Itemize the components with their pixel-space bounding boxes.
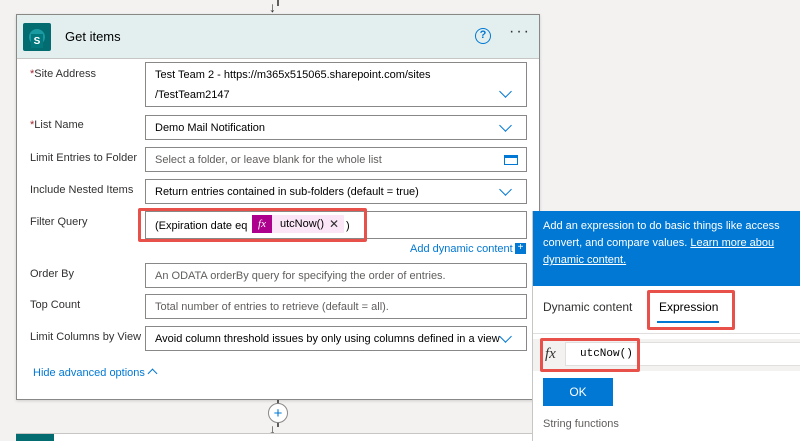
limit-folder-placeholder: Select a folder, or leave blank for the … xyxy=(155,154,382,166)
help-icon[interactable]: ? xyxy=(475,28,491,44)
nested-items-field[interactable]: Return entries contained in sub-folders … xyxy=(145,179,527,204)
popup-banner: Add an expression to do basic things lik… xyxy=(533,211,800,286)
list-name-label: *List Name xyxy=(30,119,84,131)
top-count-field[interactable]: Total number of entries to retrieve (def… xyxy=(145,294,527,319)
limit-columns-field[interactable]: Avoid column threshold issues by only us… xyxy=(145,326,527,351)
order-by-field[interactable]: An ODATA orderBy query for specifying th… xyxy=(145,263,527,288)
add-dynamic-content-link[interactable]: Add dynamic content xyxy=(410,243,513,255)
highlight-expression-input xyxy=(540,338,640,372)
tab-dynamic-content[interactable]: Dynamic content xyxy=(543,300,632,314)
chevron-down-icon[interactable] xyxy=(499,85,512,98)
banner-line1: Add an expression to do basic things lik… xyxy=(543,220,780,232)
limit-columns-label: Limit Columns by View xyxy=(30,331,142,343)
sharepoint-logo-letter: S xyxy=(31,34,43,48)
top-connector-line xyxy=(277,0,279,6)
next-step-icon-strip xyxy=(16,434,54,441)
string-functions-heading: String functions xyxy=(543,418,619,430)
chevron-down-icon[interactable] xyxy=(499,183,512,196)
insert-step-button[interactable]: + xyxy=(268,403,288,423)
sharepoint-logo-circle: S xyxy=(29,29,45,48)
banner-text: convert, and compare values. xyxy=(543,237,688,249)
list-name-field[interactable]: Demo Mail Notification xyxy=(145,115,527,140)
top-count-placeholder: Total number of entries to retrieve (def… xyxy=(155,301,389,313)
list-name-value: Demo Mail Notification xyxy=(155,122,266,134)
order-by-placeholder: An ODATA orderBy query for specifying th… xyxy=(155,270,446,282)
highlight-filter-query xyxy=(138,208,367,242)
banner-line2: convert, and compare values. Learn more … xyxy=(543,235,800,252)
limit-folder-label: Limit Entries to Folder xyxy=(30,152,137,164)
get-items-card: S Get items ? ··· *Site Address Test Tea… xyxy=(16,14,540,400)
site-address-label: *Site Address xyxy=(30,68,96,80)
site-address-label-text: Site Address xyxy=(34,68,97,80)
more-options-icon[interactable]: ··· xyxy=(509,23,531,41)
site-address-field[interactable]: Test Team 2 - https://m365x515065.sharep… xyxy=(145,62,527,107)
ok-button[interactable]: OK xyxy=(543,378,613,406)
next-step-card[interactable] xyxy=(16,433,540,441)
site-address-value-line1: Test Team 2 - https://m365x515065.sharep… xyxy=(155,69,431,81)
dynamic-content-link[interactable]: dynamic content. xyxy=(543,252,800,269)
limit-columns-value: Avoid column threshold issues by only us… xyxy=(155,333,500,345)
highlight-expression-tab xyxy=(647,290,735,330)
chevron-up-icon[interactable] xyxy=(147,368,158,379)
tabs-divider xyxy=(533,333,800,334)
top-count-label: Top Count xyxy=(30,299,81,311)
nested-items-label: Include Nested Items xyxy=(30,184,134,196)
learn-more-link[interactable]: Learn more abou xyxy=(690,237,774,249)
card-title: Get items xyxy=(65,29,121,44)
add-dynamic-content-icon[interactable]: + xyxy=(515,243,526,254)
list-name-label-text: List Name xyxy=(34,119,84,131)
limit-folder-field[interactable]: Select a folder, or leave blank for the … xyxy=(145,147,527,172)
nested-items-value: Return entries contained in sub-folders … xyxy=(155,186,419,198)
chevron-down-icon[interactable] xyxy=(499,119,512,132)
expression-popup: Add an expression to do basic things lik… xyxy=(532,211,800,441)
order-by-label: Order By xyxy=(30,268,75,280)
sharepoint-icon: S xyxy=(23,23,51,51)
arrow-down-icon: ↓ xyxy=(269,0,276,15)
folder-icon[interactable] xyxy=(504,155,518,165)
card-header[interactable]: S Get items ? ··· xyxy=(17,15,539,59)
filter-query-label: Filter Query xyxy=(30,216,88,228)
site-address-value-line2: /TestTeam2147 xyxy=(155,89,230,101)
connector-line xyxy=(277,423,279,427)
chevron-down-icon[interactable] xyxy=(499,330,512,343)
plus-icon: + xyxy=(273,404,283,422)
hide-advanced-options-link[interactable]: Hide advanced options xyxy=(33,367,145,379)
